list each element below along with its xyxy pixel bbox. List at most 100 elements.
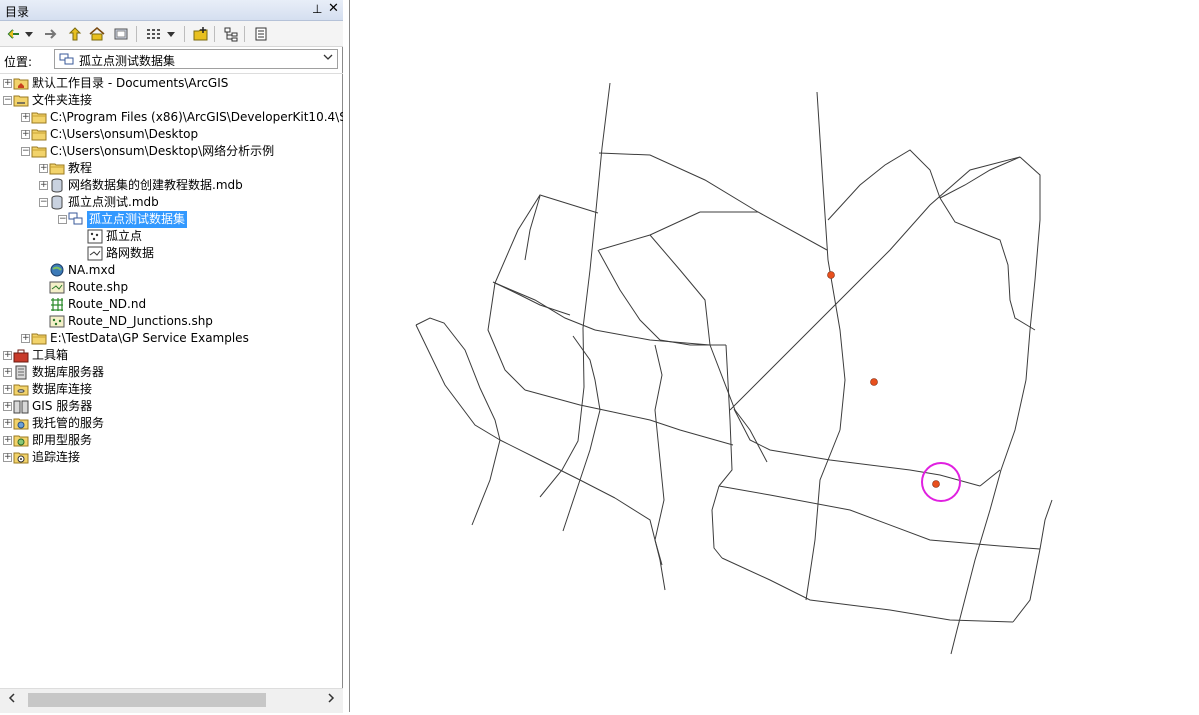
- catalog-title: 目录: [5, 5, 30, 19]
- dropdown-icon[interactable]: [24, 25, 34, 43]
- tree-item[interactable]: + 数据库连接: [0, 381, 343, 398]
- road-segment: [1019, 156, 1041, 381]
- expand-icon[interactable]: +: [21, 130, 30, 139]
- location-value: 孤立点测试数据集: [79, 54, 176, 68]
- highlight-circle: [921, 462, 961, 502]
- forward-arrow-icon[interactable]: [42, 25, 60, 43]
- database-server-icon: [13, 365, 29, 380]
- feature-dataset-icon: [59, 53, 75, 69]
- expand-icon[interactable]: +: [3, 385, 12, 394]
- tree-item[interactable]: − 孤立点测试.mdb: [0, 194, 343, 211]
- back-arrow-icon[interactable]: [4, 25, 22, 43]
- close-icon[interactable]: ✕: [328, 1, 339, 16]
- tree-item[interactable]: 孤立点: [0, 228, 343, 245]
- road-segment: [499, 439, 616, 499]
- tree-item[interactable]: + 教程: [0, 160, 343, 177]
- scrollbar-thumb[interactable]: [28, 693, 266, 707]
- tree-item-label: 工具箱: [32, 348, 69, 362]
- road-segment: [562, 479, 581, 532]
- tree-item-label: E:\TestData\GP Service Examples: [50, 331, 249, 345]
- tree-item-label: C:\Users\onsum\Desktop\网络分析示例: [50, 144, 275, 158]
- pin-icon[interactable]: ⊥: [312, 2, 322, 16]
- expand-icon[interactable]: +: [3, 453, 12, 462]
- options-icon[interactable]: [252, 25, 270, 43]
- tree-item[interactable]: − 文件夹连接: [0, 92, 343, 109]
- tree-item[interactable]: + C:\Users\onsum\Desktop: [0, 126, 343, 143]
- isolated-points: [827, 271, 961, 502]
- catalog-panel: 目录 ⊥ ✕ 位置: 孤立点测试数据集 + 默认工作目录 - Documents…: [0, 0, 343, 713]
- road-segment: [718, 344, 733, 487]
- road-segment: [572, 335, 601, 411]
- road-segment: [939, 197, 1036, 331]
- expand-icon[interactable]: +: [3, 402, 12, 411]
- expand-icon[interactable]: +: [21, 334, 30, 343]
- isolated-point[interactable]: [827, 271, 835, 279]
- collapse-icon[interactable]: −: [21, 147, 30, 156]
- tree-item[interactable]: + 追踪连接: [0, 449, 343, 466]
- view-dropdown-icon[interactable]: [166, 25, 176, 43]
- road-segment: [579, 409, 601, 481]
- expand-icon[interactable]: +: [3, 436, 12, 445]
- road-segment: [654, 344, 663, 461]
- home-icon[interactable]: [88, 25, 106, 43]
- tree-item[interactable]: Route_ND_Junctions.shp: [0, 313, 343, 330]
- isolated-point[interactable]: [870, 378, 878, 386]
- tree-item[interactable]: Route_ND.nd: [0, 296, 343, 313]
- tree-item[interactable]: + GIS 服务器: [0, 398, 343, 415]
- folder-icon: [49, 161, 65, 176]
- tree-item-label: 孤立点: [106, 229, 143, 243]
- tree-item[interactable]: NA.mxd: [0, 262, 343, 279]
- network-dataset-icon: [49, 297, 65, 312]
- expand-icon[interactable]: +: [39, 164, 48, 173]
- tree-item[interactable]: 路网数据: [0, 245, 343, 262]
- map-view[interactable]: [349, 0, 1199, 712]
- connect-folder-icon[interactable]: [192, 25, 210, 43]
- tree-item[interactable]: + 数据库服务器: [0, 364, 343, 381]
- tree-item[interactable]: Route.shp: [0, 279, 343, 296]
- tree-item[interactable]: + 工具箱: [0, 347, 343, 364]
- tree-item[interactable]: + 网络数据集的创建教程数据.mdb: [0, 177, 343, 194]
- tree-item[interactable]: − C:\Users\onsum\Desktop\网络分析示例: [0, 143, 343, 160]
- road-segment: [614, 497, 666, 591]
- expand-icon[interactable]: +: [3, 351, 12, 360]
- tree-item[interactable]: + 即用型服务: [0, 432, 343, 449]
- tree-item[interactable]: + C:\Program Files (x86)\ArcGIS\Developer…: [0, 109, 343, 126]
- collapse-icon[interactable]: −: [58, 215, 67, 224]
- isolated-point[interactable]: [932, 480, 940, 488]
- tree-item[interactable]: + 我托管的服务: [0, 415, 343, 432]
- scroll-left-icon[interactable]: [8, 693, 16, 706]
- tree-item-label: 文件夹连接: [32, 93, 93, 107]
- tree-item[interactable]: + E:\TestData\GP Service Examples: [0, 330, 343, 347]
- map-document-icon: [49, 263, 65, 278]
- catalog-icon[interactable]: [112, 25, 130, 43]
- view-grid-icon[interactable]: [144, 25, 162, 43]
- tree-item-label: Route_ND.nd: [68, 297, 147, 311]
- road-network-map[interactable]: [350, 0, 1199, 712]
- tree-item-label: 网络数据集的创建教程数据.mdb: [68, 178, 243, 192]
- tree-item[interactable]: + 默认工作目录 - Documents\ArcGIS: [0, 75, 343, 92]
- collapse-icon[interactable]: −: [3, 96, 12, 105]
- tree-item[interactable]: − 孤立点测试数据集: [0, 211, 343, 228]
- hosted-services-icon: [13, 416, 29, 431]
- road-segment: [415, 317, 501, 441]
- collapse-icon[interactable]: −: [39, 198, 48, 207]
- road-segment: [816, 91, 829, 261]
- expand-icon[interactable]: +: [21, 113, 30, 122]
- feature-dataset-icon: [68, 212, 84, 227]
- expand-icon[interactable]: +: [3, 419, 12, 428]
- chevron-down-icon[interactable]: [323, 52, 333, 65]
- road-segment: [950, 379, 1027, 655]
- expand-icon[interactable]: +: [3, 79, 12, 88]
- folder-icon: [31, 127, 47, 142]
- road-segment: [539, 269, 591, 498]
- road-segment: [654, 459, 665, 566]
- tree-view-icon[interactable]: [222, 25, 240, 43]
- expand-icon[interactable]: +: [3, 368, 12, 377]
- scroll-right-icon[interactable]: [327, 693, 335, 706]
- horizontal-scrollbar[interactable]: [0, 688, 343, 713]
- location-combobox[interactable]: 孤立点测试数据集: [54, 49, 338, 69]
- road-network: [415, 82, 1053, 655]
- up-folder-icon[interactable]: [66, 25, 84, 43]
- catalog-toolbar: [0, 21, 343, 47]
- expand-icon[interactable]: +: [39, 181, 48, 190]
